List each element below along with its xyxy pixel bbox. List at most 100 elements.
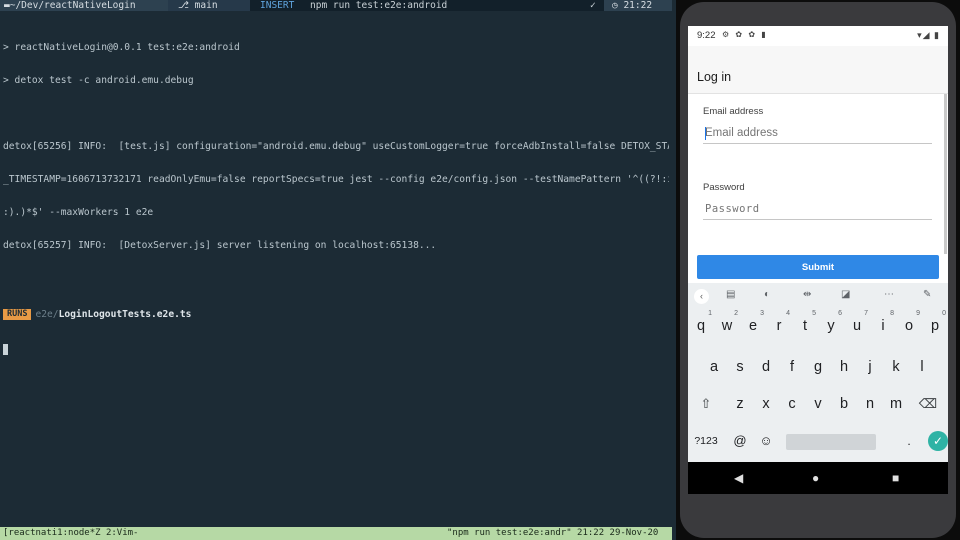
key-letter: t (802, 318, 808, 334)
key-h[interactable]: h (831, 354, 857, 380)
runs-dir: e2e/ (35, 309, 59, 320)
nav-back-icon[interactable]: ◀ (734, 471, 743, 485)
clock-icon: ◷ (612, 0, 624, 11)
email-field[interactable] (703, 122, 932, 144)
status-time: 9:22 (697, 30, 716, 41)
key-n[interactable]: n (857, 391, 883, 417)
vim-statusline: ▬~/Dev/reactNativeLogin ⎇ main INSERT np… (0, 0, 672, 11)
key-number-hint: 7 (864, 310, 868, 317)
key-s[interactable]: s (727, 354, 753, 380)
more-icon[interactable]: ⋯ (884, 289, 894, 300)
statusline-path: ▬~/Dev/reactNativeLogin (0, 0, 168, 11)
key-letter: u (852, 318, 862, 334)
password-field[interactable] (703, 198, 932, 220)
key-x[interactable]: x (753, 391, 779, 417)
key-o[interactable]: o9 (896, 310, 922, 339)
palette-icon[interactable]: ◐ (764, 289, 770, 300)
key-m[interactable]: m (883, 391, 909, 417)
nav-recents-icon[interactable]: ■ (892, 471, 899, 485)
space-key[interactable] (786, 434, 876, 450)
key-letter: y (827, 318, 835, 334)
jest-runs-line: RUNS e2e/LoginLogoutTests.e2e.ts (3, 308, 669, 321)
key-a[interactable]: a (701, 354, 727, 380)
key-j[interactable]: j (857, 354, 883, 380)
keyboard-row-1: q1w2e3r4t5y6u7i8o9p0 (688, 310, 948, 339)
keyboard-row-2: asdfghjkl (688, 354, 948, 380)
key-v[interactable]: v (805, 391, 831, 417)
terminal-line: _TIMESTAMP=1606713732171 readOnlyEmu=fal… (3, 174, 669, 185)
keyboard-row-4: ?123 @ ☺ . ✓ (688, 428, 948, 454)
soft-keyboard: ‹ ▤ ◐ ⇹ ◪ ⋯ ✎ q1w2e3r4t5y6u7i8o9p0 asdfg… (688, 283, 948, 462)
key-number-hint: 4 (786, 310, 790, 317)
keyboard-toolbar: ‹ ▤ ◐ ⇹ ◪ ⋯ ✎ (688, 283, 948, 309)
email-label: Email address (703, 106, 764, 117)
key-c[interactable]: c (779, 391, 805, 417)
mic-off-icon[interactable]: ✎ (923, 289, 931, 300)
key-number-hint: 1 (708, 310, 712, 317)
statusline-time: ◷ 21:22 (604, 0, 672, 11)
key-g[interactable]: g (805, 354, 831, 380)
page-title: Log in (697, 70, 732, 84)
terminal-line: > reactNativeLogin@0.0.1 test:e2e:androi… (3, 42, 240, 53)
terminal-line: :).)*$' --maxWorkers 1 e2e (3, 207, 154, 218)
backspace-key-icon[interactable]: ⌫ (915, 391, 941, 417)
period-key[interactable]: . (896, 428, 922, 454)
key-l[interactable]: l (909, 354, 935, 380)
scrollbar[interactable] (944, 94, 947, 254)
key-d[interactable]: d (753, 354, 779, 380)
key-w[interactable]: w2 (714, 310, 740, 339)
phone-screen: 9:22 ⚙ ✿ ✿ ▮ ▾◢ ▮ Log in Email address P… (688, 26, 948, 494)
nav-home-icon[interactable]: ● (812, 471, 819, 485)
key-letter: q (696, 318, 706, 334)
key-number-hint: 5 (812, 310, 816, 317)
statusline-time-text: 21:22 (623, 0, 653, 11)
key-z[interactable]: z (727, 391, 753, 417)
text-caret (705, 127, 706, 140)
android-emulator: 9:22 ⚙ ✿ ✿ ▮ ▾◢ ▮ Log in Email address P… (676, 0, 960, 540)
at-key[interactable]: @ (727, 428, 753, 454)
password-label: Password (703, 182, 745, 193)
emoji-icon[interactable]: ☺ (753, 428, 779, 454)
key-e[interactable]: e3 (740, 310, 766, 339)
android-status-bar: 9:22 ⚙ ✿ ✿ ▮ ▾◢ ▮ (688, 26, 948, 46)
enter-check-icon[interactable]: ✓ (928, 431, 948, 451)
vim-mode: INSERT (252, 0, 298, 11)
key-r[interactable]: r4 (766, 310, 792, 339)
terminal-output[interactable]: > reactNativeLogin@0.0.1 test:e2e:androi… (3, 20, 669, 377)
screenshot-icon[interactable]: ◪ (841, 289, 850, 300)
key-q[interactable]: q1 (688, 310, 714, 339)
terminal-cursor (3, 344, 8, 355)
key-number-hint: 3 (760, 310, 764, 317)
submit-button[interactable]: Submit (697, 255, 939, 279)
key-letter: e (748, 318, 758, 334)
key-y[interactable]: y6 (818, 310, 844, 339)
terminal-line: > detox test -c android.emu.debug (3, 75, 194, 86)
terminal-line: detox[65257] INFO: [DetoxServer.js] serv… (3, 240, 437, 251)
runs-file: LoginLogoutTests.e2e.ts (58, 309, 192, 320)
shift-key-icon[interactable]: ⇧ (693, 391, 719, 417)
key-k[interactable]: k (883, 354, 909, 380)
statusline-path-text: ~/Dev/reactNativeLogin (9, 0, 136, 11)
tmux-window-list[interactable]: [reactnati1:node*Z 2:Vim- (3, 527, 138, 540)
key-i[interactable]: i8 (870, 310, 896, 339)
git-branch-icon: ⎇ (178, 0, 195, 11)
key-p[interactable]: p0 (922, 310, 948, 339)
terminal-window[interactable]: ▬~/Dev/reactNativeLogin ⎇ main INSERT np… (0, 0, 672, 540)
key-t[interactable]: t5 (792, 310, 818, 339)
key-u[interactable]: u7 (844, 310, 870, 339)
clipboard-icon[interactable]: ▤ (726, 289, 735, 300)
symbols-key[interactable]: ?123 (691, 428, 721, 454)
terminal-line: detox[65256] INFO: [test.js] configurati… (3, 141, 669, 152)
git-branch-name: main (194, 0, 218, 11)
tmux-status-bar: [reactnati1:node*Z 2:Vim- "npm run test:… (0, 527, 672, 540)
notification-icons: ⚙ ✿ ✿ ▮ (722, 30, 768, 39)
statusline-command: npm run test:e2e:android (310, 0, 448, 11)
app-bar: Log in (688, 46, 948, 94)
chevron-left-icon[interactable]: ‹ (694, 289, 709, 304)
key-number-hint: 9 (916, 310, 920, 317)
text-cursor-icon[interactable]: ⇹ (803, 289, 811, 300)
key-f[interactable]: f (779, 354, 805, 380)
key-b[interactable]: b (831, 391, 857, 417)
